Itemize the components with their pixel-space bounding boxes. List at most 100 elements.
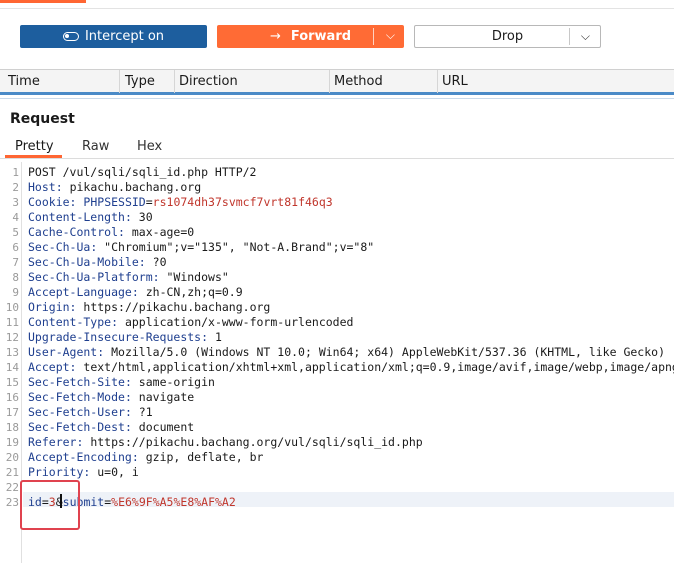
line-content: Sec-Fetch-User: ?1 — [28, 405, 153, 420]
header-name: Cookie — [28, 195, 70, 209]
annotation-highlight-box — [20, 480, 80, 530]
line-number: 17 — [5, 406, 19, 419]
header-value: max-age=0 — [124, 225, 195, 239]
request-line: 1 POST /vul/sqli/sqli_id.php HTTP/2 — [0, 165, 674, 180]
header-name: Host — [28, 180, 56, 194]
line-number: 16 — [5, 391, 19, 404]
drop-label: Drop — [491, 29, 524, 44]
header-value: "Chromium";v="135", "Not-A.Brand";v="8" — [97, 240, 375, 254]
line-number: 9 — [12, 286, 19, 299]
header-value: https://pikachu.bachang.org/vul/sqli/sql… — [83, 435, 423, 449]
line-number: 2 — [12, 181, 19, 194]
request-line: 12 Upgrade-Insecure-Requests: 1 — [0, 330, 674, 345]
intercept-toggle-button[interactable]: Intercept on — [20, 25, 207, 48]
request-line: 17 Sec-Fetch-User: ?1 — [0, 405, 674, 420]
line-number: 1 — [12, 166, 19, 179]
line-content: User-Agent: Mozilla/5.0 (Windows NT 10.0… — [28, 345, 665, 360]
line-number: 18 — [5, 421, 19, 434]
line-content: Sec-Ch-Ua-Platform: "Windows" — [28, 270, 229, 285]
drop-button[interactable]: Drop ⌵ — [414, 25, 601, 48]
line-content: Priority: u=0, i — [28, 465, 139, 480]
header-value: document — [131, 420, 195, 434]
header-colon: : — [131, 285, 139, 299]
header-value: application/x-www-form-urlencoded — [118, 315, 354, 329]
request-line: 7 Sec-Ch-Ua-Mobile: ?0 — [0, 255, 674, 270]
active-tab-accent — [0, 0, 86, 3]
split-divider[interactable] — [0, 98, 674, 99]
line-number: 22 — [5, 481, 19, 494]
header-name: Accept-Language — [28, 285, 132, 299]
tab-raw[interactable]: Raw — [82, 139, 109, 154]
request-line: 3 Cookie: PHPSESSID=rs1074dh37svmcf7vrt81… — [0, 195, 674, 210]
line-number: 21 — [5, 466, 19, 479]
line-content: Sec-Fetch-Mode: navigate — [28, 390, 194, 405]
forward-arrow-icon: → — [269, 29, 281, 44]
column-header-type[interactable]: Type — [120, 70, 175, 93]
header-value: gzip, deflate, br — [138, 450, 264, 464]
forward-button[interactable]: → Forward ⌵ — [217, 25, 404, 48]
header-colon: : — [118, 225, 125, 239]
header-value: 1 — [208, 330, 222, 344]
line-content: Sec-Fetch-Site: same-origin — [28, 375, 215, 390]
text-cursor — [60, 494, 62, 508]
toggle-on-icon — [62, 32, 79, 41]
request-line: 14 Accept: text/html,application/xhtml+xm… — [0, 360, 674, 375]
header-colon: : — [201, 330, 209, 344]
line-content: Accept-Encoding: gzip, deflate, br — [28, 450, 263, 465]
line-content: POST /vul/sqli/sqli_id.php HTTP/2 — [28, 165, 256, 180]
request-line: 22 — [0, 480, 674, 495]
line-content: Accept: text/html,application/xhtml+xml,… — [28, 360, 674, 375]
intercept-toolbar: Intercept on → Forward ⌵ Drop ⌵ — [0, 9, 674, 67]
line-content: Origin: https://pikachu.bachang.org — [28, 300, 270, 315]
request-line: 2 Host: pikachu.bachang.org — [0, 180, 674, 195]
line-number: 13 — [5, 346, 19, 359]
header-name: Sec-Ch-Ua-Mobile — [28, 255, 139, 269]
request-line: 4 Content-Length: 30 — [0, 210, 674, 225]
line-number: 8 — [12, 271, 19, 284]
header-value: ?1 — [131, 405, 153, 419]
request-editor[interactable]: 1 POST /vul/sqli/sqli_id.php HTTP/2 2 Host:… — [0, 162, 674, 563]
line-content: Accept-Language: zh-CN,zh;q=0.9 — [28, 285, 243, 300]
line-content: Upgrade-Insecure-Requests: 1 — [28, 330, 222, 345]
header-name: Sec-Fetch-Mode — [28, 390, 125, 404]
header-colon: : — [124, 375, 132, 389]
request-view-tabs: Pretty Raw Hex — [0, 136, 674, 159]
header-name: Sec-Ch-Ua-Platform — [28, 270, 153, 284]
line-number: 11 — [5, 316, 19, 329]
line-content: Content-Type: application/x-www-form-url… — [28, 315, 353, 330]
column-header-url[interactable]: URL — [438, 70, 674, 93]
header-colon: : — [124, 210, 132, 224]
body-param-value: %E6%9F%A5%E8%AF%A2 — [111, 495, 236, 509]
header-value: Mozilla/5.0 (Windows NT 10.0; Win64; x64… — [104, 345, 665, 359]
line-content: Sec-Ch-Ua-Mobile: ?0 — [28, 255, 167, 270]
header-name: Sec-Fetch-Site — [28, 375, 125, 389]
header-value: navigate — [131, 390, 195, 404]
line-number: 23 — [5, 496, 19, 509]
header-name: User-Agent — [28, 345, 98, 359]
column-header-method[interactable]: Method — [330, 70, 438, 93]
line-number: 3 — [12, 196, 19, 209]
line-number: 20 — [5, 451, 19, 464]
request-panel-title: Request — [10, 111, 75, 127]
header-colon: : — [111, 315, 119, 329]
line-number: 7 — [12, 256, 19, 269]
header-colon: : — [138, 255, 146, 269]
header-colon: : — [124, 390, 132, 404]
line-number: 12 — [5, 331, 19, 344]
header-name: Cache-Control — [28, 225, 119, 239]
header-colon: : — [131, 450, 139, 464]
chevron-down-icon[interactable]: ⌵ — [581, 29, 590, 44]
line-number: 6 — [12, 241, 19, 254]
header-colon: : — [55, 180, 63, 194]
header-value: "Windows" — [159, 270, 229, 284]
column-header-direction[interactable]: Direction — [175, 70, 330, 93]
column-header-time[interactable]: Time — [0, 70, 120, 93]
header-name: Origin — [28, 300, 70, 314]
tab-hex[interactable]: Hex — [137, 139, 162, 154]
line-content: Sec-Ch-Ua: "Chromium";v="135", "Not-A.Br… — [28, 240, 374, 255]
tab-pretty[interactable]: Pretty — [15, 139, 54, 154]
line-number: 19 — [5, 436, 19, 449]
chevron-down-icon[interactable]: ⌵ — [386, 28, 395, 43]
forward-label: Forward — [290, 29, 352, 44]
request-line: 19 Referer: https://pikachu.bachang.org/v… — [0, 435, 674, 450]
